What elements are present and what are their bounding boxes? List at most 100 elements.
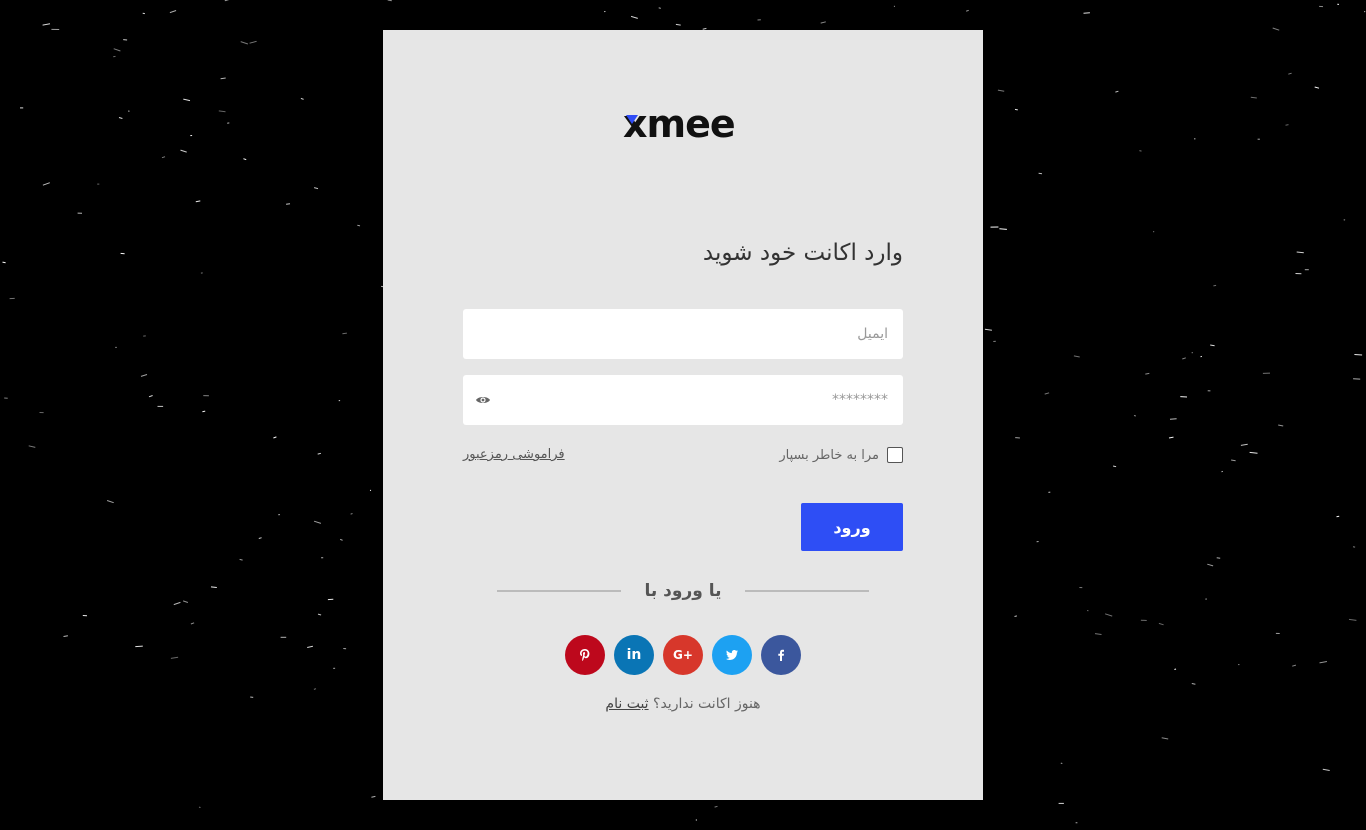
star bbox=[220, 77, 226, 80]
star bbox=[1073, 355, 1080, 358]
password-field[interactable]: ******** bbox=[463, 375, 903, 425]
star bbox=[1319, 661, 1327, 664]
linkedin-icon: in bbox=[626, 647, 642, 663]
logo-accent-mark bbox=[626, 115, 638, 124]
login-panel: x mee وارد اکانت خود شوید ایمیل ******** … bbox=[383, 30, 983, 800]
star bbox=[1354, 354, 1363, 356]
logo-text: x mee bbox=[623, 102, 736, 146]
star bbox=[1044, 392, 1050, 395]
email-placeholder: ایمیل bbox=[857, 326, 888, 342]
pinterest-button[interactable] bbox=[565, 635, 605, 675]
star bbox=[1158, 622, 1164, 626]
forgot-password-link[interactable]: فراموشی رمزعبور bbox=[463, 445, 565, 465]
star bbox=[258, 537, 262, 539]
email-field[interactable]: ایمیل bbox=[463, 309, 903, 359]
star bbox=[1314, 86, 1320, 89]
star bbox=[1139, 150, 1142, 152]
facebook-button[interactable] bbox=[761, 635, 801, 675]
star bbox=[313, 187, 319, 190]
star bbox=[1240, 443, 1248, 446]
star bbox=[1322, 768, 1330, 771]
star bbox=[340, 538, 343, 541]
login-button[interactable]: ورود bbox=[801, 503, 903, 551]
page-title: وارد اکانت خود شوید bbox=[702, 240, 903, 266]
star bbox=[1336, 515, 1340, 518]
star bbox=[190, 622, 195, 625]
star bbox=[317, 613, 322, 616]
eye-icon[interactable] bbox=[475, 392, 491, 408]
star bbox=[1038, 172, 1043, 175]
star bbox=[1249, 451, 1258, 454]
star bbox=[1285, 124, 1289, 126]
social-login-buttons: in G+ bbox=[565, 635, 801, 675]
star bbox=[42, 23, 51, 26]
star bbox=[183, 98, 191, 102]
star bbox=[1104, 613, 1113, 617]
twitter-icon bbox=[726, 650, 738, 660]
star bbox=[1133, 415, 1137, 417]
star bbox=[1168, 436, 1174, 439]
star bbox=[313, 688, 317, 690]
star bbox=[1288, 72, 1292, 75]
star bbox=[1145, 372, 1150, 375]
star bbox=[1348, 618, 1357, 621]
pinterest-icon bbox=[580, 649, 590, 661]
star bbox=[387, 0, 392, 2]
star bbox=[965, 9, 969, 12]
brand-logo: x mee bbox=[623, 104, 745, 144]
star bbox=[173, 601, 181, 606]
star bbox=[630, 15, 638, 19]
signup-prompt: هنوز اکانت ندارید؟ ثبت نام bbox=[383, 696, 983, 712]
star bbox=[161, 156, 166, 159]
star bbox=[317, 452, 322, 455]
star bbox=[1292, 664, 1297, 667]
facebook-icon bbox=[778, 649, 784, 661]
star bbox=[1210, 344, 1215, 347]
star bbox=[658, 7, 661, 9]
star bbox=[148, 395, 153, 398]
star bbox=[1231, 459, 1236, 462]
star bbox=[1250, 96, 1257, 99]
star bbox=[218, 110, 226, 113]
star bbox=[210, 586, 217, 588]
star bbox=[984, 328, 992, 331]
star bbox=[675, 23, 681, 26]
star bbox=[1207, 563, 1214, 567]
star bbox=[300, 97, 304, 100]
google-plus-button[interactable]: G+ bbox=[663, 635, 703, 675]
star bbox=[182, 600, 189, 603]
linkedin-button[interactable]: in bbox=[614, 635, 654, 675]
star bbox=[1213, 284, 1217, 287]
star bbox=[239, 558, 243, 561]
star bbox=[714, 805, 718, 808]
star bbox=[202, 410, 206, 413]
google-plus-icon: G+ bbox=[673, 648, 693, 662]
star bbox=[224, 0, 230, 2]
remember-checkbox[interactable] bbox=[887, 447, 903, 463]
signup-link[interactable]: ثبت نام bbox=[605, 696, 648, 712]
star bbox=[240, 41, 249, 45]
star bbox=[1174, 668, 1177, 670]
star bbox=[1112, 465, 1117, 468]
star bbox=[180, 149, 187, 153]
star bbox=[249, 40, 257, 44]
star bbox=[1296, 251, 1304, 254]
star bbox=[106, 500, 114, 504]
remember-me[interactable]: مرا به خاطر بسپار bbox=[779, 445, 903, 465]
star bbox=[169, 10, 177, 14]
star bbox=[342, 332, 347, 335]
signup-prompt-text: هنوز اکانت ندارید؟ bbox=[653, 696, 761, 712]
star bbox=[286, 203, 291, 205]
star bbox=[170, 656, 179, 659]
star bbox=[313, 520, 322, 524]
twitter-button[interactable] bbox=[712, 635, 752, 675]
star bbox=[999, 228, 1007, 230]
star bbox=[1014, 615, 1018, 617]
star bbox=[1014, 108, 1018, 111]
star bbox=[307, 645, 314, 648]
star bbox=[371, 795, 376, 798]
star bbox=[273, 436, 277, 439]
or-divider: یا ورود با bbox=[497, 579, 869, 603]
star bbox=[140, 374, 148, 377]
star bbox=[1272, 27, 1280, 31]
